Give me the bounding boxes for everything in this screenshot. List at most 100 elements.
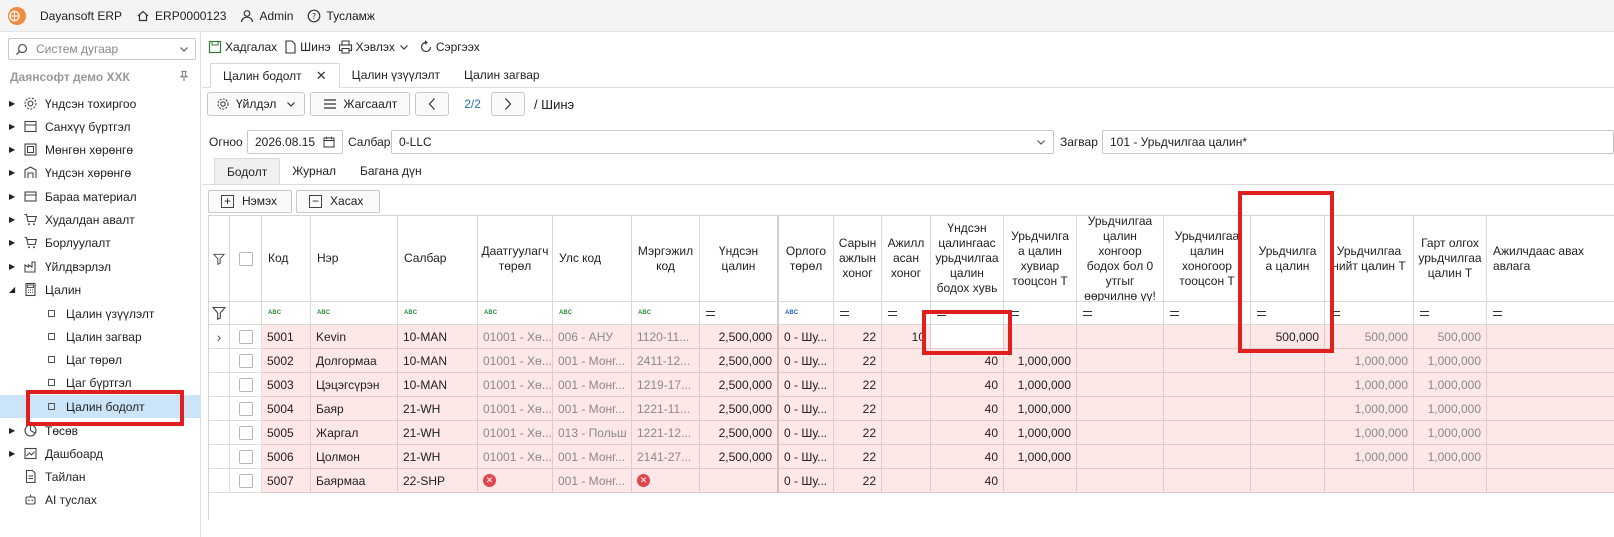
table-cell-income[interactable]: 0 - Шу... <box>779 349 834 373</box>
nav-item-general-settings[interactable]: ▶ Үндсэн тохиргоо <box>0 92 201 115</box>
table-cell-days-adj[interactable] <box>1077 325 1164 349</box>
table-cell-advance[interactable]: 500,000 <box>1251 325 1325 349</box>
table-cell-recv[interactable] <box>1487 445 1614 469</box>
table-cell-prof[interactable]: 1221-12... <box>632 421 700 445</box>
column-header[interactable]: Даатгуулагч төрөл <box>478 216 553 302</box>
nav-item-purchasing[interactable]: ▶ Худалдан авалт <box>0 208 201 231</box>
equals-filter-icon[interactable] <box>1414 302 1487 325</box>
table-cell-name[interactable]: Цолмон <box>311 445 398 469</box>
close-icon[interactable]: ✕ <box>316 68 327 84</box>
table-cell-code[interactable]: 5002 <box>262 349 311 373</box>
table-cell-worked[interactable] <box>882 421 931 445</box>
table-cell-insured[interactable]: 01001 - Хө... <box>478 373 553 397</box>
filter-icon[interactable] <box>209 302 230 325</box>
table-cell-advance[interactable] <box>1251 445 1325 469</box>
table-cell-worked[interactable] <box>882 469 931 493</box>
nav-item-cash[interactable]: ▶ Мөнгөн хөрөнгө <box>0 138 201 161</box>
row-indicator[interactable] <box>209 349 230 373</box>
table-cell-worked[interactable] <box>882 373 931 397</box>
help-button[interactable]: ? Тусламж <box>307 9 375 23</box>
column-header[interactable]: Код <box>262 216 311 302</box>
table-cell-income[interactable]: 0 - Шу... <box>779 397 834 421</box>
column-header[interactable]: Улс код <box>553 216 632 302</box>
nav-item-dashboard[interactable]: ▶ Дашбоард <box>0 442 201 465</box>
table-cell-days-adj[interactable] <box>1077 349 1164 373</box>
table-cell-insured[interactable]: 01001 - Хө... <box>478 445 553 469</box>
table-cell-pct-amt[interactable]: 1,000,000 <box>1004 445 1077 469</box>
table-cell-month-days[interactable]: 22 <box>834 325 882 349</box>
table-cell-days-amt[interactable] <box>1164 397 1251 421</box>
table-cell-net[interactable]: 1,000,000 <box>1414 421 1487 445</box>
checkbox[interactable] <box>238 353 253 368</box>
table-cell-country[interactable]: 013 - Польш <box>553 421 632 445</box>
table-cell-base[interactable]: 2,500,000 <box>700 397 779 421</box>
column-header[interactable]: Урьдчилгаа цалин хоногоор тооцсон Т <box>1164 216 1251 302</box>
table-cell-pct-amt[interactable]: 1,000,000 <box>1004 349 1077 373</box>
table-cell-insured[interactable]: 01001 - Хө... <box>478 421 553 445</box>
nav-item-ai-assistant[interactable]: AI туслах <box>0 488 201 511</box>
table-cell-country[interactable]: 001 - Монг... <box>553 397 632 421</box>
equals-filter-icon[interactable] <box>700 302 779 325</box>
table-cell-recv[interactable] <box>1487 325 1614 349</box>
table-cell-total[interactable]: 1,000,000 <box>1325 421 1414 445</box>
table-cell-name[interactable]: Долгормаа <box>311 349 398 373</box>
column-header[interactable]: Урьдчилга а цалин <box>1251 216 1325 302</box>
checkbox[interactable] <box>238 449 253 464</box>
table-cell-total[interactable]: 1,000,000 <box>1325 445 1414 469</box>
new-button[interactable]: Шинэ <box>284 40 331 54</box>
row-indicator[interactable] <box>209 445 230 469</box>
table-cell-code[interactable]: 5004 <box>262 397 311 421</box>
refresh-button[interactable]: Сэргээх <box>419 40 480 54</box>
table-cell-days-amt[interactable] <box>1164 373 1251 397</box>
table-cell-country[interactable]: 001 - Монг... <box>553 349 632 373</box>
table-cell-worked[interactable] <box>882 349 931 373</box>
column-header[interactable]: Урьдчилга а цалин хувиар тооцсон Т <box>1004 216 1077 302</box>
table-cell-recv[interactable] <box>1487 469 1614 493</box>
equals-filter-icon[interactable] <box>931 302 1004 325</box>
table-cell-income[interactable]: 0 - Шу... <box>779 373 834 397</box>
table-cell-pct[interactable]: 40 <box>931 349 1004 373</box>
tab-salary-template[interactable]: Цалин загвар <box>452 62 552 87</box>
text-filter-icon[interactable]: ABC <box>262 302 311 325</box>
table-cell-code[interactable]: 5001 <box>262 325 311 349</box>
table-cell-days-amt[interactable] <box>1164 445 1251 469</box>
table-cell-month-days[interactable]: 22 <box>834 397 882 421</box>
table-cell-base[interactable]: 2,500,000 <box>700 325 779 349</box>
table-cell-net[interactable]: 1,000,000 <box>1414 397 1487 421</box>
next-record-button[interactable] <box>490 92 525 116</box>
row-checkbox[interactable] <box>230 445 262 469</box>
table-cell-prof[interactable]: 2411-12... <box>632 349 700 373</box>
text-filter-icon[interactable]: ABC <box>779 302 834 325</box>
table-cell-net[interactable]: 1,000,000 <box>1414 373 1487 397</box>
table-cell-base[interactable] <box>700 469 779 493</box>
table-cell-net[interactable]: 1,000,000 <box>1414 349 1487 373</box>
table-cell-days-amt[interactable] <box>1164 349 1251 373</box>
column-header[interactable]: Урьдчилгаа цалин хонгоор бодох бол 0 утг… <box>1077 216 1164 302</box>
table-cell-pct-amt[interactable] <box>1004 469 1077 493</box>
table-cell-advance[interactable] <box>1251 397 1325 421</box>
table-cell-pct[interactable]: 40 <box>931 445 1004 469</box>
table-cell-total[interactable]: 1,000,000 <box>1325 349 1414 373</box>
table-cell-income[interactable]: 0 - Шу... <box>779 469 834 493</box>
table-row[interactable]: 5007 Баярмаа 22-SHP ✕ 001 - Монг... ✕ 0 - Шу..… <box>209 469 1614 493</box>
table-cell-pct-amt[interactable]: 1,000,000 <box>1004 421 1077 445</box>
table-cell-advance[interactable] <box>1251 421 1325 445</box>
nav-item-fixed-assets[interactable]: ▶ Үндсэн хөрөнгө <box>0 161 201 184</box>
text-filter-icon[interactable]: ABC <box>398 302 478 325</box>
table-cell-prof[interactable]: ✕ <box>632 469 700 493</box>
table-cell-branch[interactable]: 21-WH <box>398 421 478 445</box>
checkbox[interactable] <box>238 473 253 488</box>
row-indicator[interactable] <box>209 469 230 493</box>
add-row-button[interactable]: + Нэмэх <box>208 189 293 213</box>
table-cell-advance[interactable] <box>1251 469 1325 493</box>
table-cell-recv[interactable] <box>1487 349 1614 373</box>
table-cell-pct-amt[interactable]: 1,000,000 <box>1004 397 1077 421</box>
text-filter-icon[interactable]: ABC <box>478 302 553 325</box>
table-cell-prof[interactable]: 2141-27... <box>632 445 700 469</box>
nav-sub-salary-indicator[interactable]: Цалин үзүүлэлт <box>0 302 201 325</box>
row-checkbox[interactable] <box>230 325 262 349</box>
action-menu-button[interactable]: Үйлдэл <box>207 92 306 116</box>
equals-filter-icon[interactable] <box>1251 302 1325 325</box>
pin-icon[interactable] <box>178 70 190 85</box>
nav-item-production[interactable]: ▶ Үйлдвэрлэл <box>0 255 201 278</box>
